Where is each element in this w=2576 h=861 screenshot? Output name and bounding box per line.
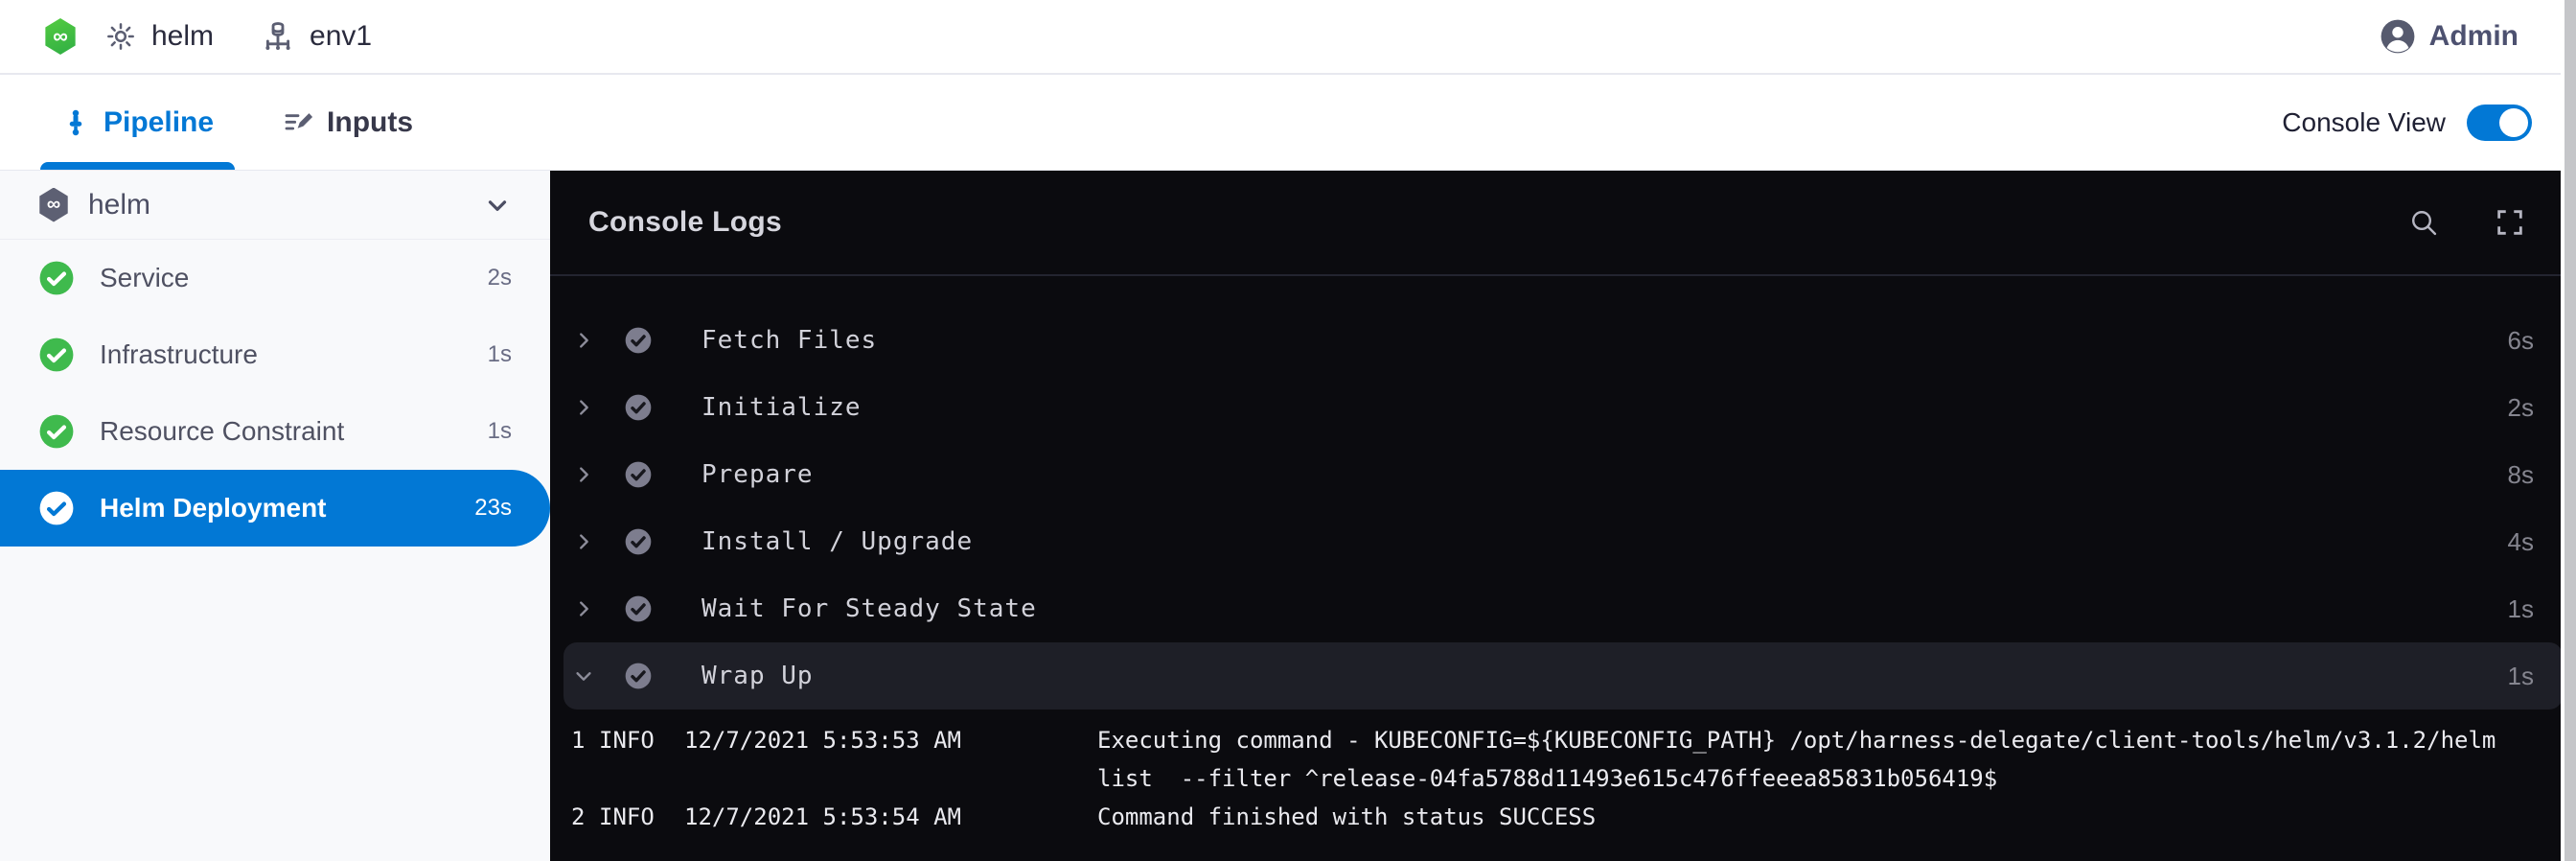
step-duration: 1s	[2508, 594, 2534, 624]
stage-group-label: helm	[88, 189, 150, 221]
stage-group-helm[interactable]: ∞ helm	[0, 171, 550, 240]
step-duration: 2s	[2508, 393, 2534, 423]
log-line-number: 2	[571, 798, 599, 836]
step-duration: 4s	[2508, 527, 2534, 557]
step-success-icon	[623, 661, 654, 691]
step-duration: 1s	[488, 418, 512, 445]
console-logs-title: Console Logs	[588, 206, 782, 239]
environment-name: env1	[310, 20, 372, 53]
log-message: Command finished with status SUCCESS	[1097, 798, 2553, 836]
step-success-icon	[623, 459, 654, 490]
log-step-wait-for-steady-state[interactable]: Wait For Steady State 1s	[550, 575, 2576, 642]
console-header-actions	[2407, 206, 2526, 239]
harness-logo-icon[interactable]: ∞	[44, 18, 77, 55]
step-success-icon	[623, 593, 654, 624]
toggle-knob	[2499, 108, 2528, 137]
log-step-fetch-files[interactable]: Fetch Files 6s	[550, 307, 2576, 374]
step-duration: 23s	[474, 495, 512, 522]
log-timestamp: 12/7/2021 5:53:54 AM	[684, 798, 1097, 836]
tab-pipeline-label: Pipeline	[104, 106, 214, 139]
step-label: Resource Constraint	[100, 416, 344, 447]
step-name: Prepare	[702, 460, 814, 489]
step-label: Infrastructure	[100, 339, 258, 370]
console-view-control: Console View	[2282, 105, 2532, 141]
sidebar-item-helm-deployment[interactable]: Helm Deployment 23s	[0, 470, 550, 547]
gear-icon[interactable]	[105, 21, 136, 52]
chevron-right-icon	[573, 598, 598, 619]
pipeline-icon	[61, 108, 90, 137]
success-check-icon	[38, 260, 75, 296]
chevron-right-icon	[573, 464, 598, 485]
pipeline-name: helm	[151, 20, 214, 53]
tab-pipeline[interactable]: Pipeline	[40, 75, 235, 170]
step-success-icon	[623, 325, 654, 356]
step-success-icon	[623, 392, 654, 423]
step-duration: 1s	[2508, 662, 2534, 691]
tab-inputs-label: Inputs	[327, 106, 413, 139]
user-name: Admin	[2429, 20, 2518, 53]
step-duration: 6s	[2508, 326, 2534, 356]
step-name: Wrap Up	[702, 662, 814, 690]
log-level: INFO	[599, 721, 684, 759]
top-bar: ∞ helm env1 Admin	[0, 0, 2576, 75]
step-name: Install / Upgrade	[702, 527, 973, 556]
step-label: Service	[100, 263, 189, 293]
console-logs-panel: Console Logs Fetch Files 6s Initia	[550, 171, 2576, 861]
log-line: 2 INFO 12/7/2021 5:53:54 AM Command fini…	[571, 798, 2553, 836]
chevron-down-icon	[483, 191, 512, 220]
user-menu[interactable]: Admin	[2380, 18, 2518, 55]
inputs-edit-icon	[283, 107, 313, 138]
success-check-icon	[38, 413, 75, 450]
step-duration: 2s	[488, 265, 512, 291]
chevron-right-icon	[573, 330, 598, 351]
avatar-icon	[2380, 18, 2416, 55]
fullscreen-icon[interactable]	[2494, 206, 2526, 239]
log-line: 1 INFO 12/7/2021 5:53:53 AM Executing co…	[571, 721, 2553, 798]
tab-bar: Pipeline Inputs Console View	[0, 75, 2576, 171]
step-duration: 8s	[2508, 460, 2534, 490]
sidebar-item-infrastructure[interactable]: Infrastructure 1s	[0, 316, 550, 393]
sidebar-item-resource-constraint[interactable]: Resource Constraint 1s	[0, 393, 550, 470]
main-area: ∞ helm Service 2s Infrastructure 1s Res	[0, 171, 2576, 861]
sidebar-item-service[interactable]: Service 2s	[0, 240, 550, 316]
log-lines: 1 INFO 12/7/2021 5:53:53 AM Executing co…	[550, 710, 2576, 836]
success-check-icon	[38, 490, 75, 526]
search-icon[interactable]	[2407, 206, 2440, 239]
log-message: Executing command - KUBECONFIG=${KUBECON…	[1097, 721, 2553, 798]
step-name: Initialize	[702, 393, 862, 422]
console-logs-header: Console Logs	[550, 171, 2576, 276]
log-line-number: 1	[571, 721, 599, 759]
chevron-right-icon	[573, 397, 598, 418]
step-label: Helm Deployment	[100, 493, 327, 524]
step-success-icon	[623, 526, 654, 557]
log-step-wrap-up[interactable]: Wrap Up 1s	[564, 642, 2563, 710]
console-view-label: Console View	[2282, 107, 2446, 138]
log-step-install-upgrade[interactable]: Install / Upgrade 4s	[550, 508, 2576, 575]
console-view-toggle[interactable]	[2467, 105, 2532, 141]
execution-sidebar: ∞ helm Service 2s Infrastructure 1s Res	[0, 171, 550, 861]
step-name: Wait For Steady State	[702, 594, 1037, 623]
tab-inputs[interactable]: Inputs	[262, 75, 434, 170]
log-level: INFO	[599, 798, 684, 836]
chevron-right-icon	[573, 531, 598, 552]
success-check-icon	[38, 337, 75, 373]
chevron-down-icon	[573, 665, 598, 686]
stage-icon: ∞	[38, 188, 69, 222]
step-duration: 1s	[488, 341, 512, 368]
page-scrollbar[interactable]	[2561, 0, 2576, 861]
console-body: Fetch Files 6s Initialize 2s Prepare 8s …	[550, 276, 2576, 861]
scrollbar-thumb[interactable]	[2564, 0, 2576, 861]
log-step-initialize[interactable]: Initialize 2s	[550, 374, 2576, 441]
step-name: Fetch Files	[702, 326, 877, 355]
environment-icon	[262, 20, 294, 53]
log-timestamp: 12/7/2021 5:53:53 AM	[684, 721, 1097, 759]
log-step-prepare[interactable]: Prepare 8s	[550, 441, 2576, 508]
